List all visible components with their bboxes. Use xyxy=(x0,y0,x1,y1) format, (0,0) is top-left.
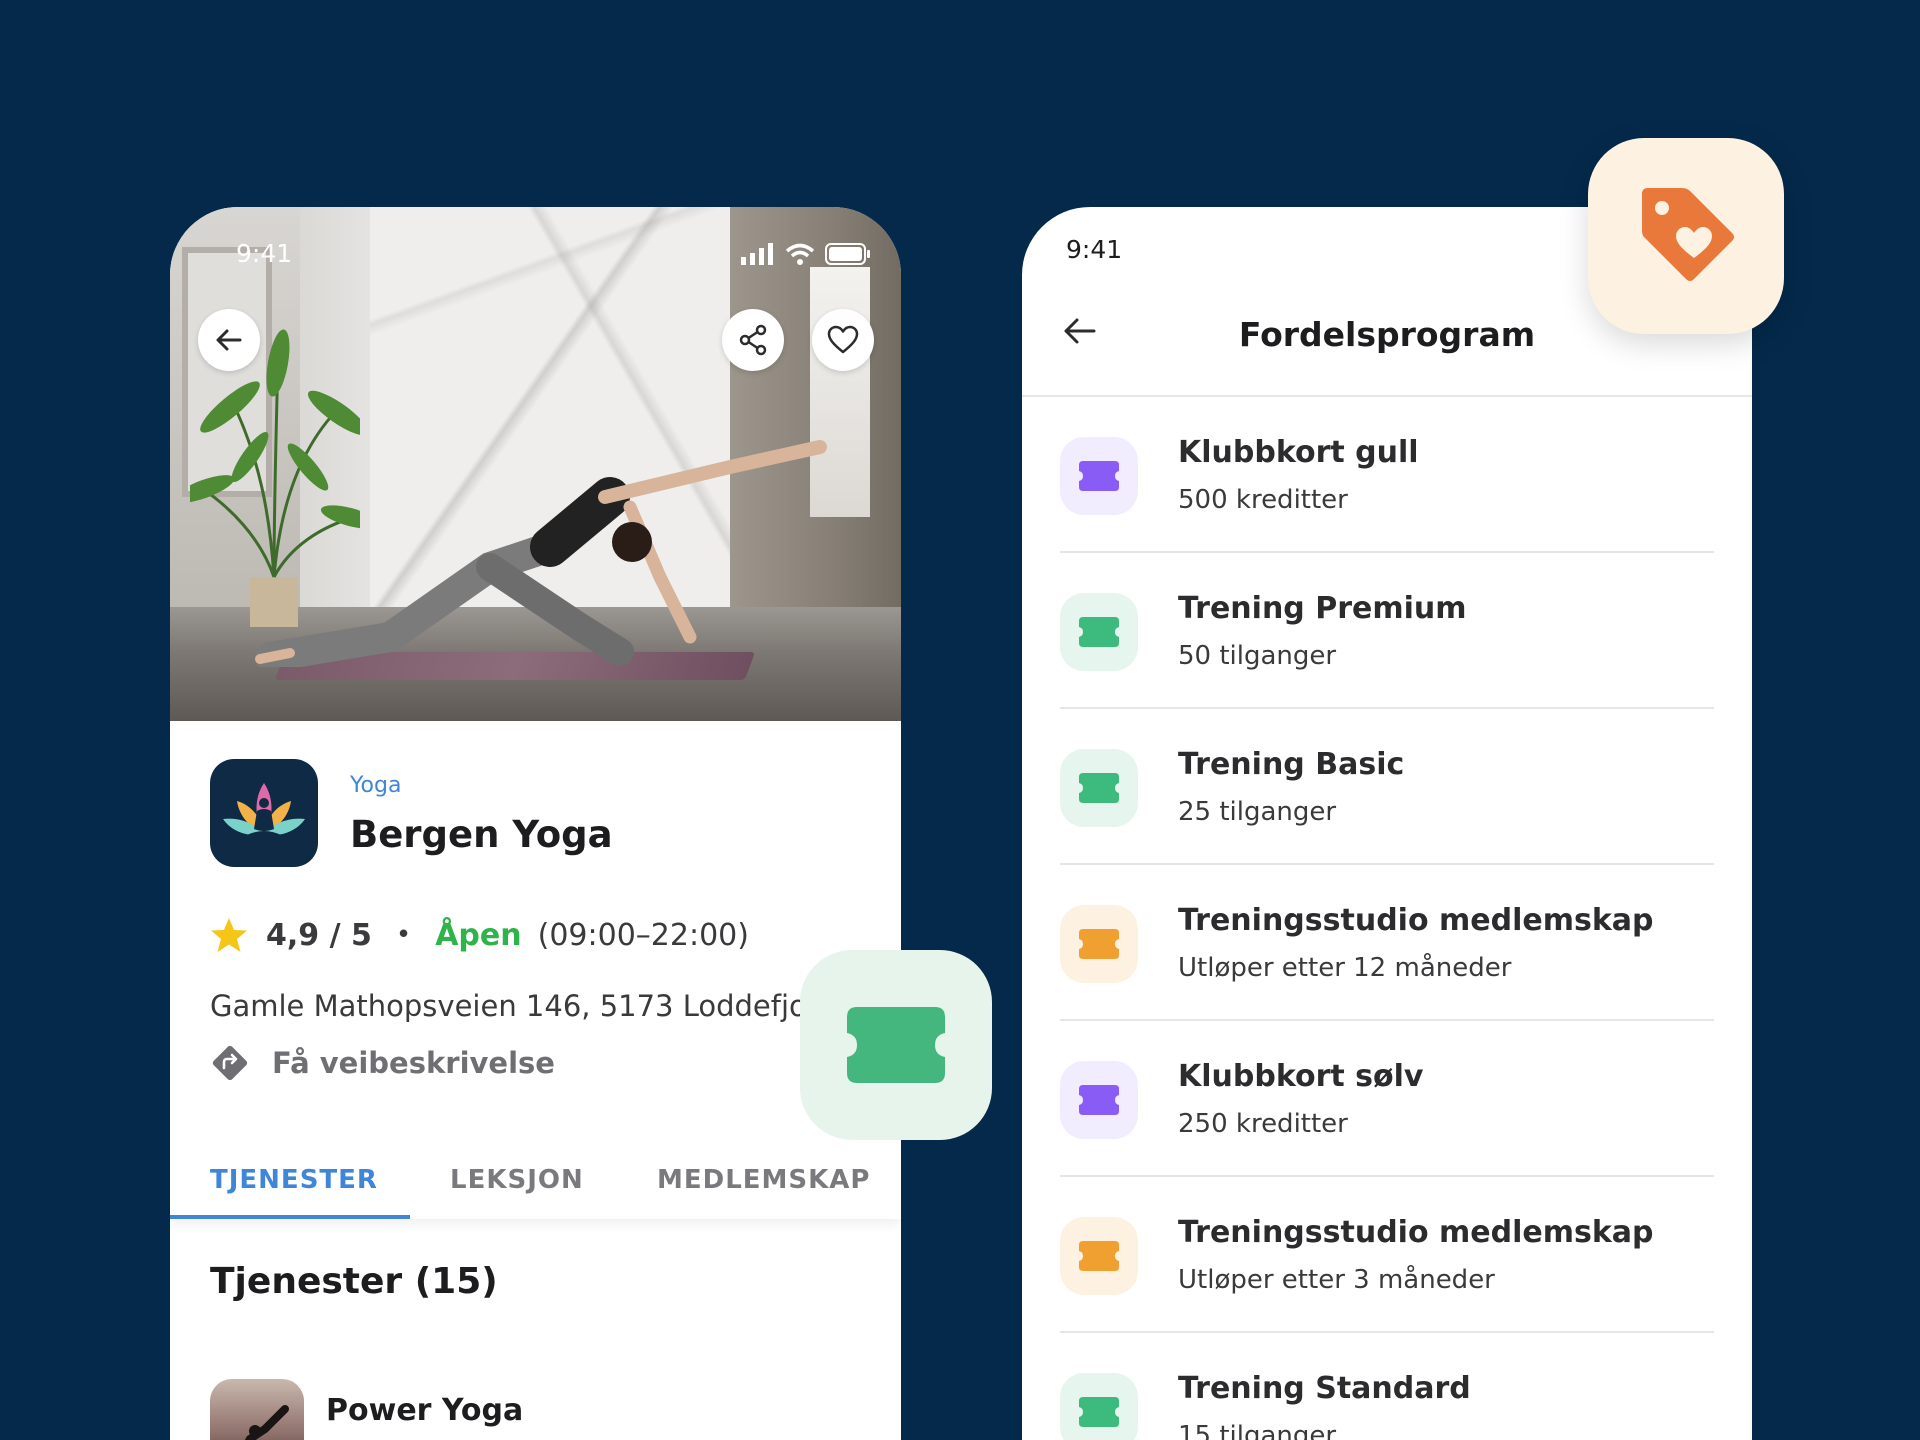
signal-icon xyxy=(741,243,773,265)
item-title: Trening Premium xyxy=(1178,591,1467,626)
list-item[interactable]: Trening Standard 15 tilganger xyxy=(1060,1333,1714,1440)
tab-bar: TJENESTER LEKSJON MEDLEMSKAP xyxy=(170,1155,901,1219)
item-title: Trening Standard xyxy=(1178,1371,1471,1406)
ticket-badge xyxy=(800,950,992,1140)
benefits-list: Klubbkort gull 500 kreditter Trening Pre… xyxy=(1060,397,1714,1440)
item-subtitle: 250 kreditter xyxy=(1178,1109,1348,1139)
directions-link[interactable]: Få veibeskrivelse xyxy=(210,1043,555,1083)
ticket-icon xyxy=(1079,617,1119,647)
status-bar: 9:41 xyxy=(170,235,901,275)
wifi-icon xyxy=(785,243,815,265)
ticket-icon xyxy=(1079,461,1119,491)
list-item[interactable]: Klubbkort sølv 250 kreditter xyxy=(1060,1021,1714,1177)
opening-hours: (09:00–22:00) xyxy=(537,917,749,953)
ticket-icon-wrapper xyxy=(1060,593,1138,671)
back-button[interactable] xyxy=(198,309,260,371)
venue-address: Gamle Mathopsveien 146, 5173 Loddefjord xyxy=(210,989,837,1023)
yoga-silhouette-icon xyxy=(244,1405,289,1440)
back-arrow-icon xyxy=(216,329,242,351)
directions-icon xyxy=(212,1045,248,1081)
tag-heart-icon xyxy=(1642,188,1734,281)
item-title: Klubbkort gull xyxy=(1178,435,1419,470)
item-subtitle: Utløper etter 12 måneder xyxy=(1178,953,1512,983)
ticket-icon-wrapper xyxy=(1060,437,1138,515)
rating-value: 4,9 / 5 xyxy=(266,917,372,953)
ticket-icon xyxy=(1079,1085,1119,1115)
ticket-icon xyxy=(1079,929,1119,959)
directions-label: Få veibeskrivelse xyxy=(272,1046,555,1080)
venue-name: Bergen Yoga xyxy=(350,813,613,856)
hero-photo xyxy=(170,207,901,721)
stage: 9:41 Yoga Bergen Yoga 4,9 / 5 • Åpen (09… xyxy=(0,0,1920,1440)
service-thumbnail[interactable] xyxy=(210,1379,304,1440)
ticket-icon xyxy=(1079,1397,1119,1427)
active-tab-indicator xyxy=(170,1215,410,1219)
item-subtitle: Utløper etter 3 måneder xyxy=(1178,1265,1495,1295)
star-icon xyxy=(211,918,247,952)
ticket-icon-wrapper xyxy=(1060,905,1138,983)
venue-category: Yoga xyxy=(350,773,402,798)
ticket-icon-wrapper xyxy=(1060,1217,1138,1295)
status-time: 9:41 xyxy=(1066,235,1123,264)
list-item[interactable]: Treningsstudio medlemskap Utløper etter … xyxy=(1060,1177,1714,1333)
item-subtitle: 500 kreditter xyxy=(1178,485,1348,515)
list-item[interactable]: Klubbkort gull 500 kreditter xyxy=(1060,397,1714,553)
favorite-button[interactable] xyxy=(812,309,874,371)
tab-membership[interactable]: MEDLEMSKAP xyxy=(657,1165,870,1195)
item-title: Treningsstudio medlemskap xyxy=(1178,1215,1654,1250)
ticket-icon xyxy=(847,1007,945,1083)
service-name[interactable]: Power Yoga xyxy=(326,1393,523,1428)
ticket-icon-wrapper xyxy=(1060,749,1138,827)
tab-lessons[interactable]: LEKSJON xyxy=(450,1165,584,1195)
battery-icon xyxy=(825,243,870,265)
lotus-logo-icon xyxy=(223,783,305,839)
ticket-icon-wrapper xyxy=(1060,1373,1138,1440)
yoga-pose-figure xyxy=(255,440,827,667)
ticket-icon-wrapper xyxy=(1060,1061,1138,1139)
list-item[interactable]: Treningsstudio medlemskap Utløper etter … xyxy=(1060,865,1714,1021)
heart-icon xyxy=(827,325,859,354)
separator-dot: • xyxy=(395,920,412,950)
rating-row: 4,9 / 5 • Åpen (09:00–22:00) xyxy=(210,917,749,953)
item-subtitle: 50 tilganger xyxy=(1178,641,1337,671)
share-button[interactable] xyxy=(722,309,784,371)
share-icon xyxy=(739,324,767,356)
benefits-program-screen: 9:41 Fordelsprogram Klubbkort gull 500 k… xyxy=(1022,207,1752,1440)
services-heading: Tjenester (15) xyxy=(210,1261,498,1302)
tab-services[interactable]: TJENESTER xyxy=(210,1165,378,1195)
list-item[interactable]: Trening Premium 50 tilganger xyxy=(1060,553,1714,709)
item-subtitle: 15 tilganger xyxy=(1178,1421,1337,1440)
status-time: 9:41 xyxy=(236,239,293,268)
open-status: Åpen xyxy=(435,917,522,953)
tag-badge xyxy=(1588,138,1784,334)
item-title: Klubbkort sølv xyxy=(1178,1059,1424,1094)
ticket-icon xyxy=(1079,1241,1119,1271)
venue-logo xyxy=(210,759,318,867)
list-item[interactable]: Trening Basic 25 tilganger xyxy=(1060,709,1714,865)
item-title: Trening Basic xyxy=(1178,747,1405,782)
item-title: Treningsstudio medlemskap xyxy=(1178,903,1654,938)
ticket-icon xyxy=(1079,773,1119,803)
item-subtitle: 25 tilganger xyxy=(1178,797,1337,827)
venue-detail-screen: 9:41 Yoga Bergen Yoga 4,9 / 5 • Åpen (09… xyxy=(170,207,901,1440)
